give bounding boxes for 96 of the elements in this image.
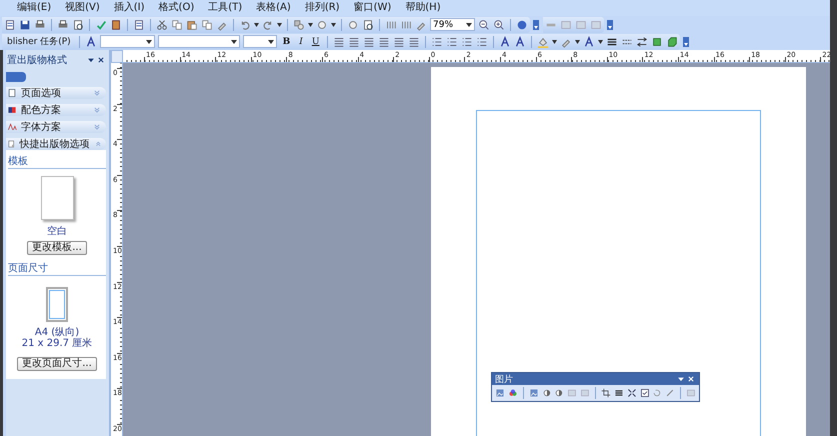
- dropdown-arrow-icon[interactable]: [308, 22, 313, 26]
- circle-icon[interactable]: [316, 18, 328, 30]
- list-icon[interactable]: [461, 36, 474, 48]
- toolbar-title: 图片: [495, 374, 513, 386]
- publication-icon[interactable]: [7, 139, 16, 149]
- dropdown-arrow-icon[interactable]: [277, 22, 282, 26]
- align-icon[interactable]: [378, 36, 390, 48]
- dropdown-arrow-icon[interactable]: [552, 40, 558, 44]
- menu-item[interactable]: 格式(O): [158, 1, 194, 15]
- menu-item[interactable]: 插入(I): [114, 1, 145, 15]
- arrow-style-icon[interactable]: [636, 36, 648, 48]
- picture-icon[interactable]: [528, 387, 538, 399]
- list-icon[interactable]: [476, 36, 488, 48]
- font-icon[interactable]: [583, 36, 596, 48]
- copy-icon[interactable]: [171, 18, 183, 30]
- dropdown-arrow-icon[interactable]: [254, 22, 259, 26]
- color-wheel-icon[interactable]: [508, 387, 518, 399]
- font-icon[interactable]: [514, 36, 526, 48]
- section-header[interactable]: 配色方案: [6, 104, 106, 116]
- page-icon[interactable]: [7, 88, 17, 98]
- align-icon[interactable]: [408, 36, 420, 48]
- help-icon[interactable]: [516, 18, 528, 30]
- task-pane-button[interactable]: blisher 任务(P): [4, 35, 74, 48]
- menu-item[interactable]: 窗口(W): [354, 1, 392, 15]
- menu-item[interactable]: 视图(V): [65, 1, 100, 15]
- page-size-thumbnail[interactable]: [46, 287, 68, 322]
- preview-icon[interactable]: [72, 18, 84, 30]
- section-header[interactable]: 快捷出版物选项: [6, 138, 106, 150]
- contrast-icon[interactable]: [554, 387, 564, 399]
- dropdown-arrow-icon[interactable]: [598, 40, 604, 44]
- font-size-dropdown[interactable]: [242, 35, 277, 48]
- scissors-icon[interactable]: [156, 18, 168, 30]
- columns-icon[interactable]: [400, 18, 412, 30]
- zoom-field[interactable]: 79%: [430, 18, 475, 31]
- font-icon[interactable]: [84, 36, 97, 48]
- redo-icon[interactable]: [262, 18, 274, 30]
- bold-button[interactable]: B: [280, 36, 294, 46]
- contrast-icon[interactable]: [542, 387, 552, 399]
- page-size-name: A4 (纵向): [34, 327, 80, 338]
- dropdown-arrow-icon[interactable]: [575, 40, 580, 44]
- printer-icon[interactable]: [57, 18, 69, 30]
- document-icon[interactable]: [133, 18, 145, 30]
- section-header[interactable]: 字体方案: [6, 121, 106, 133]
- crop-icon[interactable]: [600, 387, 611, 399]
- shadow-icon[interactable]: [651, 36, 664, 48]
- preview-icon[interactable]: [362, 18, 374, 30]
- list-icon[interactable]: [431, 36, 444, 48]
- color-scheme-icon[interactable]: [7, 105, 17, 115]
- line-weight-icon[interactable]: [606, 36, 618, 48]
- section-heading: 模板: [8, 154, 106, 169]
- font-icon[interactable]: [499, 36, 512, 48]
- change-page-size-button[interactable]: 更改页面尺寸...: [17, 357, 97, 371]
- copy-icon[interactable]: [201, 18, 213, 30]
- underline-button[interactable]: U: [308, 36, 322, 46]
- task-pane-title: 置出版物格式: [7, 54, 67, 67]
- fill-color-icon[interactable]: [537, 36, 550, 48]
- navigation-bar[interactable]: [6, 72, 26, 82]
- book-icon[interactable]: [110, 18, 122, 30]
- cube-icon[interactable]: [666, 36, 678, 48]
- template-name: 空白: [47, 226, 67, 237]
- change-template-button[interactable]: 更改模板...: [27, 241, 87, 255]
- align-icon[interactable]: [333, 36, 346, 48]
- printer-icon[interactable]: [34, 18, 46, 30]
- page-size-dimensions: 21 x 29.7 厘米: [22, 338, 92, 349]
- section-heading: 页面尺寸: [8, 261, 106, 276]
- font-scheme-icon[interactable]: [7, 122, 17, 132]
- section-header[interactable]: 页面选项: [6, 87, 106, 99]
- close-icon[interactable]: [96, 55, 106, 65]
- save-icon[interactable]: [19, 18, 31, 30]
- toolbar-options-icon[interactable]: [683, 36, 690, 46]
- columns-icon[interactable]: [385, 18, 397, 30]
- menu-item[interactable]: 排列(R): [304, 1, 340, 15]
- italic-button[interactable]: I: [296, 36, 306, 46]
- menu-item[interactable]: 编辑(E): [17, 1, 52, 15]
- shapes-icon[interactable]: [293, 18, 305, 30]
- paste-icon[interactable]: [186, 18, 198, 30]
- compress-icon[interactable]: [626, 387, 637, 399]
- circle-icon[interactable]: [347, 18, 359, 30]
- template-thumbnail[interactable]: [40, 176, 74, 220]
- list-icon[interactable]: [446, 36, 458, 48]
- zoom-out-icon[interactable]: [478, 18, 490, 30]
- undo-icon[interactable]: [239, 18, 251, 30]
- align-icon[interactable]: [348, 36, 360, 48]
- menu-item[interactable]: 表格(A): [256, 1, 291, 15]
- toolbar-options-icon[interactable]: [533, 20, 539, 30]
- align-icon[interactable]: [393, 36, 406, 48]
- toolbar-options-icon[interactable]: [607, 20, 613, 30]
- menu-item[interactable]: 帮助(H): [405, 1, 441, 15]
- format-picture-icon[interactable]: [640, 387, 650, 399]
- close-icon[interactable]: [686, 374, 696, 384]
- align-icon[interactable]: [363, 36, 376, 48]
- zoom-in-icon[interactable]: [493, 18, 505, 30]
- menu-item[interactable]: 工具(T): [208, 1, 242, 15]
- document-icon[interactable]: [4, 18, 16, 30]
- picture-icon[interactable]: [495, 387, 505, 399]
- dropdown-arrow-icon[interactable]: [331, 22, 336, 26]
